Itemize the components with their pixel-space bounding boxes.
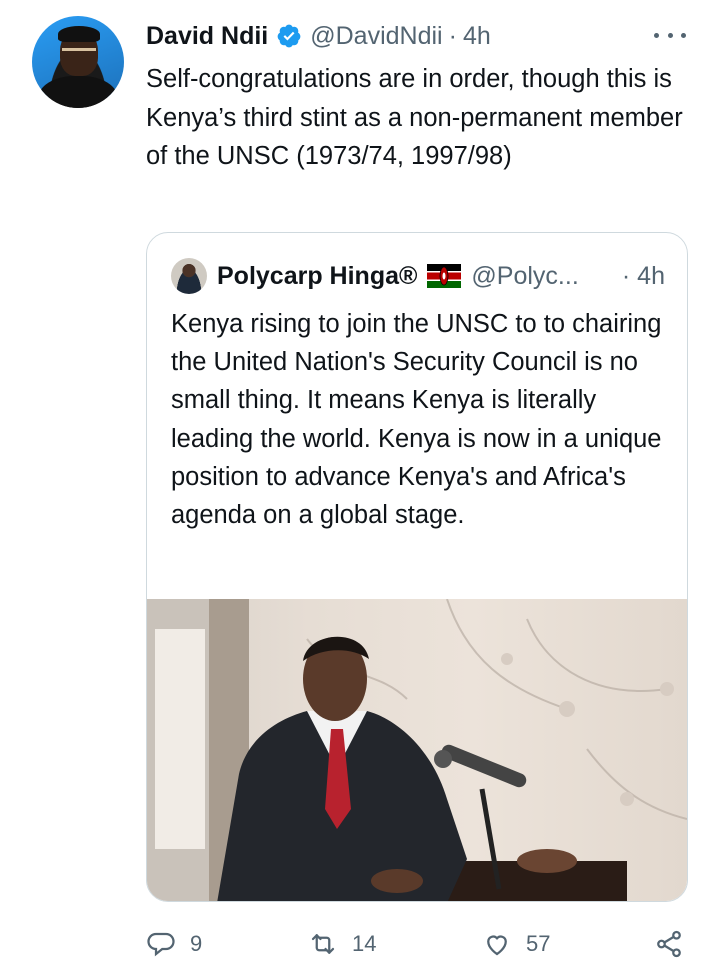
share-button[interactable]	[654, 924, 684, 964]
tweet-time[interactable]: 4h	[463, 22, 491, 51]
quoted-tweet-photo[interactable]	[147, 599, 687, 901]
speaker-photo-illustration	[147, 599, 687, 901]
like-count: 57	[526, 931, 551, 956]
avatar-hair	[58, 26, 100, 42]
reply-icon	[147, 932, 175, 957]
retweet-count: 14	[352, 931, 377, 956]
verified-badge-icon	[277, 24, 301, 48]
heart-icon	[487, 935, 507, 956]
reply-button[interactable]: 9	[146, 924, 202, 964]
quoted-author-avatar	[171, 258, 207, 294]
quoted-tweet-text: Kenya rising to join the UNSC to to chai…	[171, 310, 662, 530]
quoted-author-name: Polycarp Hinga®	[217, 261, 418, 290]
retweet-icon	[311, 934, 335, 954]
author-handle[interactable]: @DavidNdii	[310, 22, 442, 51]
tweet-header: David Ndii @DavidNdii · 4h	[146, 20, 491, 52]
like-button[interactable]: 57	[482, 924, 550, 964]
author-name[interactable]: David Ndii	[146, 22, 268, 51]
separator-dot: ·	[448, 21, 457, 50]
avatar-glasses	[62, 48, 96, 56]
quoted-author-handle: @Polyc...	[471, 261, 579, 290]
avatar-body	[38, 76, 118, 108]
author-avatar[interactable]	[32, 16, 124, 108]
quoted-tweet[interactable]: Polycarp Hinga® @Polyc... · 4h Kenya ris…	[146, 232, 688, 902]
tweet-actions: 9 14 57	[146, 924, 691, 964]
share-icon	[657, 930, 681, 958]
quoted-tweet-time: · 4h	[621, 261, 665, 290]
tweet-text: Self-congratulations are in order, thoug…	[146, 65, 683, 170]
more-options-icon[interactable]	[654, 30, 686, 40]
quoted-tweet-header: Polycarp Hinga® @Polyc... · 4h	[171, 257, 665, 295]
retweet-button[interactable]: 14	[308, 924, 376, 964]
reply-count: 9	[190, 931, 203, 956]
kenya-flag-icon	[427, 264, 462, 288]
